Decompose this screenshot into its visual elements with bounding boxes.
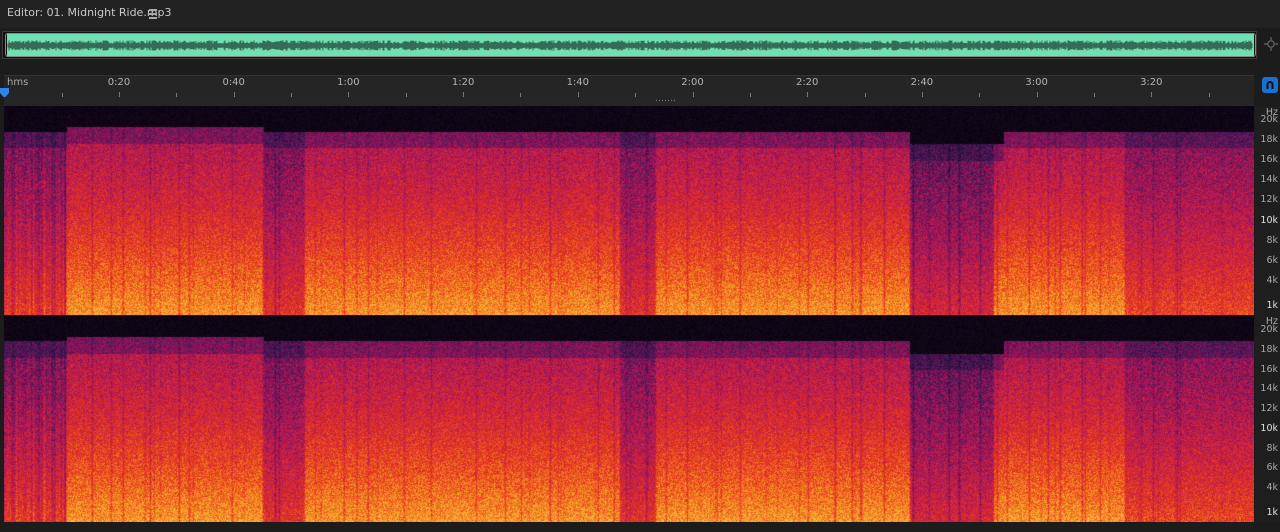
ruler-time-label: 1:20 <box>451 77 475 88</box>
ruler-time-label: 2:00 <box>681 77 704 88</box>
frequency-label: 10k <box>1260 214 1278 226</box>
time-ruler[interactable]: hms 0:20 0:40 1:00 1:20 1:40 2:00 2:20 2:40 3:00… <box>4 75 1254 97</box>
overview-waveform[interactable] <box>2 31 1257 59</box>
editor-title: Editor: 01. Midnight Ride.mp3 <box>7 6 172 19</box>
frequency-label: 10k <box>1260 422 1278 434</box>
resize-grip-handle[interactable] <box>655 99 677 102</box>
frequency-label: 8k <box>1266 442 1278 454</box>
frequency-label: 18k <box>1260 343 1278 355</box>
editor-panel-header: Editor: 01. Midnight Ride.mp3 <box>0 0 1280 28</box>
magnet-snap-icon[interactable] <box>1262 77 1278 93</box>
spectrogram-right <box>4 316 1254 522</box>
frequency-scale-left[interactable]: Hz 20k 18k 16k 14k 12k 10k 8k 6k 4k 1k <box>1255 106 1280 315</box>
overview-waveform-graphic <box>7 34 1254 57</box>
view-divider <box>4 97 1254 106</box>
frequency-label: 14k <box>1260 174 1278 186</box>
ruler-time-label: 1:00 <box>337 77 360 88</box>
ruler-time-label: 2:40 <box>910 77 934 88</box>
frequency-label: 6k <box>1266 254 1278 266</box>
spectrogram-left <box>4 106 1254 315</box>
frequency-label: 20k <box>1260 324 1278 335</box>
spectral-channel-left[interactable] <box>4 106 1254 315</box>
spectral-channel-right[interactable] <box>4 316 1254 522</box>
frequency-label: 1k <box>1266 507 1278 519</box>
frequency-label: 4k <box>1266 482 1278 494</box>
playhead-marker-icon[interactable] <box>0 85 10 98</box>
frequency-label: 1k <box>1266 300 1278 312</box>
frequency-label: 4k <box>1266 274 1278 286</box>
ruler-time-label: 0:20 <box>107 77 131 88</box>
ruler-time-label: 3:20 <box>1140 77 1163 88</box>
hamburger-menu-icon[interactable] <box>149 6 159 20</box>
panel-footer <box>0 522 1280 532</box>
frequency-label: 16k <box>1260 154 1278 166</box>
frequency-label: 16k <box>1260 363 1278 375</box>
ruler-time-label: 1:40 <box>566 77 590 88</box>
frequency-label: 20k <box>1260 114 1278 125</box>
ruler-time-label: 0:40 <box>222 77 245 88</box>
zoom-navigator-icon[interactable] <box>1262 36 1278 54</box>
ruler-time-label: 2:20 <box>795 77 819 88</box>
frequency-label: 12k <box>1260 403 1278 415</box>
frequency-scale-right[interactable]: Hz 20k 18k 16k 14k 12k 10k 8k 6k 4k 1k <box>1255 316 1280 522</box>
frequency-label: 12k <box>1260 194 1278 206</box>
frequency-label: 8k <box>1266 234 1278 246</box>
time-unit-label: hms <box>7 77 29 88</box>
frequency-label: 14k <box>1260 383 1278 395</box>
frequency-label: 18k <box>1260 134 1278 146</box>
ruler-time-label: 3:00 <box>1025 77 1048 88</box>
frequency-label: 6k <box>1266 462 1278 474</box>
